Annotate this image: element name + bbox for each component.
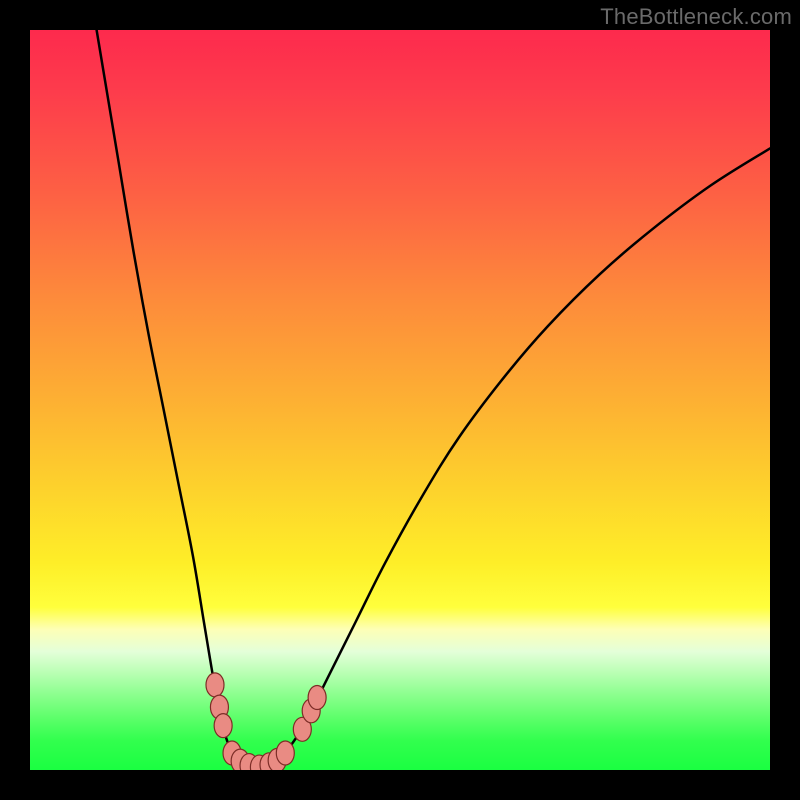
watermark-text: TheBottleneck.com	[600, 4, 792, 30]
data-point	[214, 714, 232, 738]
chart-frame: TheBottleneck.com	[0, 0, 800, 800]
data-point	[308, 685, 326, 709]
data-point	[276, 741, 294, 765]
data-point-markers	[30, 30, 770, 770]
data-point	[206, 673, 224, 697]
plot-area	[30, 30, 770, 770]
